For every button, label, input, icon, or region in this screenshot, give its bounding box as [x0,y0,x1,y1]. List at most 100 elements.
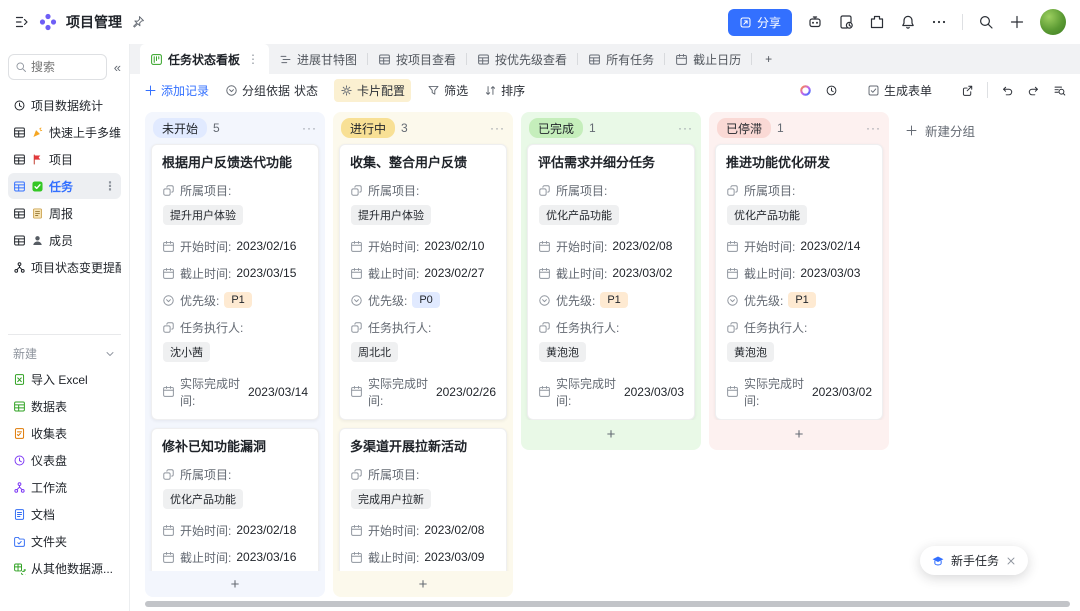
column-more-button[interactable]: ··· [678,121,693,135]
column-more-button[interactable]: ··· [866,121,881,135]
share-button[interactable]: 分享 [728,9,792,36]
field-row: 所属项目: [162,466,308,483]
add-record-button[interactable]: 添加记录 [144,82,209,99]
sidebar-item-6[interactable]: 项目状态变更提醒 [8,254,121,280]
sidebar-item-0[interactable]: 项目数据统计 [8,92,121,118]
find-icon [1053,84,1066,97]
field-label: 任务执行人: [368,319,431,336]
plus-icon [144,84,157,97]
sidebar-item-2[interactable]: 项目 [8,146,121,172]
redo-button[interactable] [1027,84,1040,97]
relation-icon [162,321,175,334]
task-card[interactable]: 收集、整合用户反馈所属项目:提升用户体验开始时间:2023/02/10截止时间:… [339,144,507,420]
field-label: 任务执行人: [744,319,807,336]
column-cards: 评估需求并细分任务所属项目:优化产品功能开始时间:2023/02/08截止时间:… [521,142,701,420]
search-input[interactable] [31,60,100,74]
widget-button[interactable] [869,14,885,30]
horizontal-scrollbar[interactable] [145,601,1070,607]
generate-form-button[interactable]: 生成表单 [867,82,932,99]
record-history-button[interactable] [825,84,838,97]
relation-icon [350,468,363,481]
sidebar-new-item-6[interactable]: 文件夹 [8,528,121,554]
tab-5[interactable]: 截止日历 [665,44,751,74]
sidebar-new-item-3[interactable]: 仪表盘 [8,447,121,473]
field-row: 所属项目: [350,182,496,199]
sidebar-item-3[interactable]: 任务⋮ [8,173,121,199]
close-icon[interactable] [1005,555,1017,567]
avatar[interactable] [1040,9,1066,35]
field-row: 优先级:P1 [726,292,872,309]
field-label: 优先级: [180,292,219,309]
more-button[interactable] [931,14,947,30]
task-card[interactable]: 多渠道开展拉新活动所属项目:完成用户拉新开始时间:2023/02/08截止时间:… [339,428,507,571]
column-more-button[interactable]: ··· [490,121,505,135]
sidebar-new-item-7[interactable]: 从其他数据源... [8,555,121,581]
search-button[interactable] [978,14,994,30]
task-card[interactable]: 根据用户反馈迭代功能所属项目:提升用户体验开始时间:2023/02/16截止时间… [151,144,319,420]
kanban-icon [150,53,163,66]
history-button[interactable] [838,14,854,30]
gantt-icon [279,53,292,66]
beginner-task-pill[interactable]: 新手任务 [920,546,1028,575]
new-button[interactable] [1009,14,1025,30]
column-more-button[interactable]: ··· [302,121,317,135]
calendar-icon [162,385,175,398]
kanban-column-2: 已完成1···评估需求并细分任务所属项目:优化产品功能开始时间:2023/02/… [521,112,701,450]
sidebar-collapse-icon[interactable] [14,14,30,30]
task-card[interactable]: 推进功能优化研发所属项目:优化产品功能开始时间:2023/02/14截止时间:2… [715,144,883,420]
task-card[interactable]: 修补已知功能漏洞所属项目:优化产品功能开始时间:2023/02/18截止时间:2… [151,428,319,571]
tab-0[interactable]: 任务状态看板⋮ [140,44,269,74]
group-by-button[interactable]: 分组依据 状态 [225,82,318,99]
field-label: 所属项目: [556,182,607,199]
tab-3[interactable]: 按优先级查看 [467,44,577,74]
priority-chip: P0 [412,292,439,308]
sidebar-new-item-5[interactable]: 文档 [8,501,121,527]
notification-button[interactable] [900,14,916,30]
pin-icon[interactable] [131,15,145,29]
priority-chip: P1 [224,292,251,308]
new-section-header[interactable]: 新建 [8,334,121,366]
tab-4[interactable]: 所有任务 [578,44,664,74]
add-card-button[interactable]: + [145,571,325,597]
more-icon[interactable]: ⋮ [104,179,116,193]
undo-button[interactable] [1001,84,1014,97]
sidebar-new-item-1[interactable]: 数据表 [8,393,121,419]
field-label: 实际完成时间: [180,375,243,409]
ai-button[interactable] [799,84,812,97]
clock-gray-icon [13,99,26,112]
table-grid-icon [588,53,601,66]
calendar-icon [538,385,551,398]
add-card-button[interactable]: + [521,420,701,450]
tab-more-icon[interactable]: ⋮ [247,52,259,66]
sidebar-collapse-button[interactable]: « [114,60,121,75]
sidebar-new-item-2[interactable]: 收集表 [8,420,121,446]
field-row: 实际完成时间:2023/03/14 [162,375,308,409]
field-row: 任务执行人: [726,319,872,336]
filter-button[interactable]: 筛选 [427,82,468,99]
add-card-button[interactable]: + [333,571,513,597]
new-group-button[interactable]: 新建分组 [897,112,983,149]
search-box[interactable] [8,54,107,80]
sidebar-new-item-4[interactable]: 工作流 [8,474,121,500]
excel-green-icon [13,373,26,386]
search-icon [15,61,27,73]
automation-button[interactable] [807,14,823,30]
add-view-button[interactable]: + [752,52,785,66]
sort-button[interactable]: 排序 [484,82,525,99]
card-config-button[interactable]: 卡片配置 [334,79,411,102]
tab-2[interactable]: 按项目查看 [368,44,466,74]
sidebar-item-label: 项目 [49,151,73,168]
add-card-button[interactable]: + [709,420,889,450]
task-card[interactable]: 评估需求并细分任务所属项目:优化产品功能开始时间:2023/02/08截止时间:… [527,144,695,420]
tab-1[interactable]: 进展甘特图 [269,44,367,74]
field-row: 开始时间:2023/02/08 [350,522,496,539]
find-in-view-button[interactable] [1053,84,1066,97]
sidebar-item-5[interactable]: 成员 [8,227,121,253]
sidebar-item-1[interactable]: 快速上手多维... [8,119,121,145]
sidebar-item-4[interactable]: 周报 [8,200,121,226]
plus-icon [905,124,918,137]
share-view-button[interactable] [961,84,974,97]
field-row: 任务执行人: [162,319,308,336]
column-status-badge: 已完成 [529,118,583,138]
sidebar-new-item-0[interactable]: 导入 Excel [8,366,121,392]
